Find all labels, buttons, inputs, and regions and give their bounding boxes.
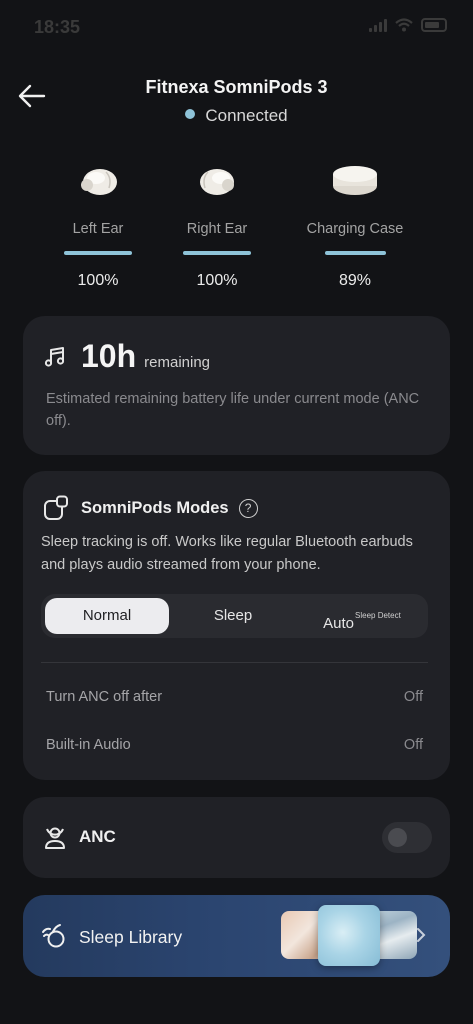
connection-label: Connected	[205, 106, 288, 125]
anc-toggle[interactable]	[382, 822, 432, 853]
mode-auto-superscript: Sleep Detect	[355, 611, 401, 620]
battery-bar	[324, 251, 386, 255]
anc-label: ANC	[79, 827, 116, 846]
modes-card: SomniPods Modes ? Sleep tracking is off.…	[23, 471, 450, 780]
anc-person-icon	[45, 827, 65, 849]
remaining-hours: 10h	[81, 338, 137, 374]
modes-title: SomniPods Modes	[81, 498, 229, 517]
mode-normal[interactable]: Normal	[45, 598, 169, 634]
chevron-right-icon	[417, 928, 426, 942]
battery-icon	[421, 18, 447, 32]
device-label: Charging Case	[306, 221, 404, 237]
sleep-library-card[interactable]: Sleep Library	[23, 895, 450, 977]
setting-value: Off	[403, 737, 423, 753]
setting-anc-off-after[interactable]: Turn ANC off after Off	[46, 689, 423, 705]
mode-sleep[interactable]: Sleep	[171, 598, 295, 634]
wifi-icon	[395, 18, 413, 32]
right-ear-status: Right Ear 100%	[152, 155, 282, 290]
library-thumbnail	[318, 905, 380, 966]
battery-percent: 100%	[196, 272, 238, 289]
toggle-knob	[388, 828, 407, 847]
right-earbud-icon	[152, 155, 282, 205]
earbud-mode-icon	[44, 495, 68, 520]
setting-value: Off	[403, 689, 423, 705]
status-bar: 18:35	[0, 0, 473, 52]
modes-description: Sleep tracking is off. Works like regula…	[41, 534, 413, 573]
remaining-description: Estimated remaining battery life under c…	[46, 391, 420, 429]
device-label: Right Ear	[186, 221, 248, 237]
status-time: 18:35	[34, 17, 81, 37]
left-earbud-icon	[33, 155, 163, 205]
remaining-time-card: 10h remaining Estimated remaining batter…	[23, 316, 450, 455]
device-label: Left Ear	[72, 221, 124, 237]
setting-built-in-audio[interactable]: Built-in Audio Off	[46, 737, 423, 753]
mode-auto[interactable]: AutoSleep Detect	[299, 598, 425, 634]
sleep-library-icon	[42, 924, 65, 948]
mode-selector: Normal Sleep AutoSleep Detect	[41, 594, 428, 638]
status-icons	[369, 18, 447, 32]
mode-auto-label: Auto	[323, 615, 355, 632]
battery-percent: 89%	[338, 272, 372, 289]
connected-dot-icon	[185, 109, 196, 119]
charging-case-icon	[290, 155, 420, 205]
battery-percent: 100%	[77, 272, 119, 289]
cellular-signal-icon	[369, 18, 387, 32]
setting-label: Turn ANC off after	[46, 689, 163, 705]
battery-bar	[183, 251, 251, 255]
left-ear-status: Left Ear 100%	[33, 155, 163, 290]
device-title: Fitnexa SomniPods 3	[145, 77, 328, 97]
remaining-suffix: remaining	[144, 354, 211, 371]
connection-status: Connected	[0, 106, 473, 126]
setting-label: Built-in Audio	[46, 737, 131, 753]
music-note-icon	[44, 346, 65, 367]
help-icon[interactable]: ?	[238, 498, 258, 518]
sleep-library-label: Sleep Library	[79, 926, 183, 947]
battery-bar	[64, 251, 132, 255]
charging-case-status: Charging Case 89%	[290, 155, 420, 290]
divider	[41, 662, 428, 663]
anc-card: ANC	[23, 797, 450, 878]
